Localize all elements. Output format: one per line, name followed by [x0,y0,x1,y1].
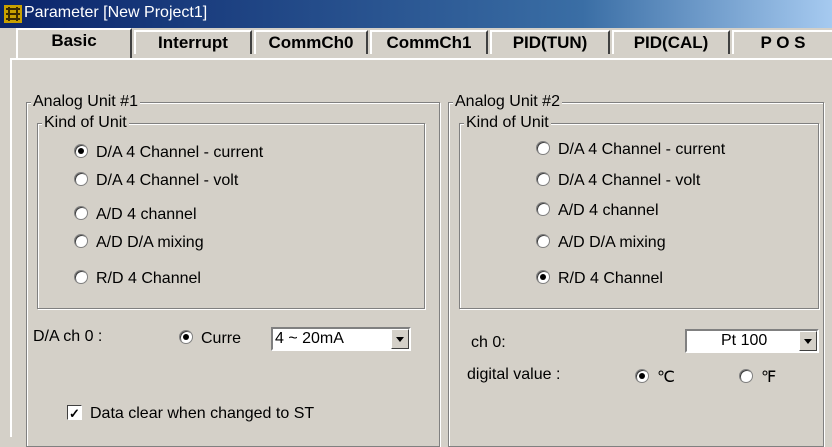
kind-of-unit-1-title: Kind of Unit [42,113,129,133]
unit1-option-da-current[interactable]: D/A 4 Channel - current [74,142,263,164]
tab-pid-cal[interactable]: PID(CAL) [612,30,730,54]
unit2-digital-value-label: digital value : [467,366,561,383]
chevron-down-icon[interactable] [799,331,817,351]
radio-icon [74,270,88,285]
unit1-option-da-volt[interactable]: D/A 4 Channel - volt [74,170,238,192]
tab-basic[interactable]: Basic [16,28,132,58]
unit2-celsius-radio[interactable]: ℃ [635,367,675,389]
analog-unit-1-title: Analog Unit #1 [31,92,140,112]
unit2-option-da-volt[interactable]: D/A 4 Channel - volt [536,170,700,192]
tab-commch0[interactable]: CommCh0 [254,30,368,54]
analog-unit-2-title: Analog Unit #2 [453,92,562,112]
radio-icon [74,234,88,249]
radio-icon [739,369,753,384]
tab-pid-tun[interactable]: PID(TUN) [490,30,610,54]
radio-icon [536,234,550,249]
analog-unit-1-group: Analog Unit #1 Kind of Unit D/A 4 Channe… [26,92,440,447]
checkbox-icon [67,403,82,425]
unit1-option-ad-da-mixing[interactable]: A/D D/A mixing [74,232,204,254]
tab-pos[interactable]: P O S [732,30,832,54]
radio-icon [74,144,88,159]
unit1-option-ad-4ch[interactable]: A/D 4 channel [74,204,197,226]
radio-icon [536,141,550,156]
tab-strip: Basic Interrupt CommCh0 CommCh1 PID(TUN)… [0,28,832,58]
unit2-channel-label: ch 0: [471,334,506,351]
radio-icon [536,172,550,187]
unit1-data-clear-checkbox[interactable]: Data clear when changed to ST [67,403,314,425]
unit1-option-rd-4ch[interactable]: R/D 4 Channel [74,268,201,290]
radio-icon [536,202,550,217]
unit2-fahrenheit-radio[interactable]: ℉ [739,367,776,389]
unit2-sensor-select[interactable]: Pt 100 [685,329,819,353]
tab-interrupt[interactable]: Interrupt [134,30,252,54]
basic-tab-panel: Analog Unit #1 Kind of Unit D/A 4 Channe… [10,58,832,447]
tab-commch1[interactable]: CommCh1 [370,30,488,54]
unit1-range-value: 4 ~ 20mA [275,330,344,347]
kind-of-unit-2-group: Kind of Unit D/A 4 Channel - current D/A… [459,113,819,309]
radio-icon [635,369,649,384]
title-bar: Parameter [New Project1] [0,0,832,28]
analog-unit-2-group: Analog Unit #2 Kind of Unit D/A 4 Channe… [448,92,824,447]
unit1-range-select[interactable]: 4 ~ 20mA [271,327,411,351]
unit2-option-rd-4ch[interactable]: R/D 4 Channel [536,268,663,290]
radio-icon [179,330,193,345]
unit2-option-ad-4ch[interactable]: A/D 4 channel [536,200,659,222]
radio-icon [74,206,88,221]
app-icon [4,5,22,23]
radio-icon [536,270,550,285]
kind-of-unit-2-title: Kind of Unit [464,113,551,133]
window-title: Parameter [New Project1] [24,4,208,21]
kind-of-unit-1-group: Kind of Unit D/A 4 Channel - current D/A… [37,113,425,309]
chevron-down-icon[interactable] [391,329,409,349]
unit2-option-da-current[interactable]: D/A 4 Channel - current [536,139,725,161]
unit2-sensor-value: Pt 100 [721,332,768,349]
radio-icon [74,172,88,187]
unit2-option-ad-da-mixing[interactable]: A/D D/A mixing [536,232,666,254]
unit1-channel-label: D/A ch 0 : [33,328,103,345]
unit1-mode-current-radio[interactable]: Curre [179,328,241,350]
